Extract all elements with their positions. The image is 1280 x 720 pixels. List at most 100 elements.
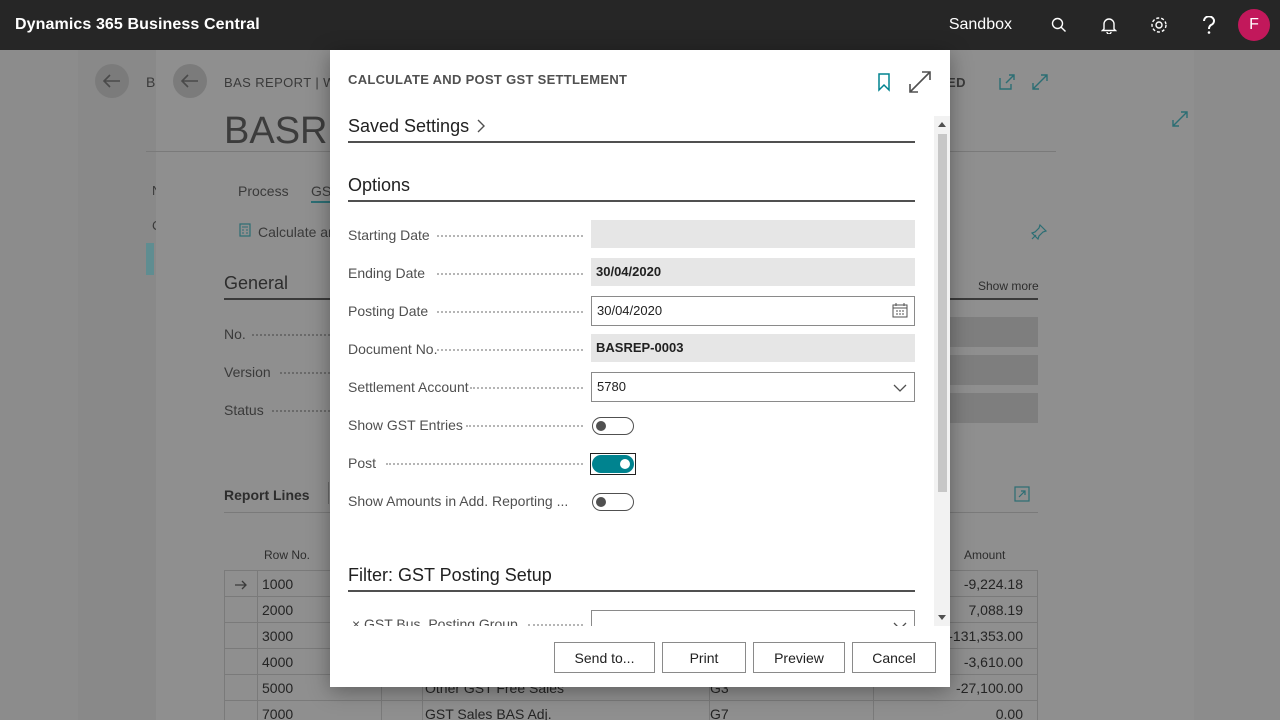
- document-no-dots: [437, 349, 583, 351]
- starting-date-field[interactable]: [591, 220, 915, 248]
- pin-icon: [1030, 223, 1048, 241]
- general-field-version-value: [950, 355, 1038, 385]
- report-lines-separator: [328, 482, 329, 504]
- notifications-button[interactable]: [1084, 0, 1134, 50]
- saved-settings-label: Saved Settings: [348, 116, 470, 136]
- general-field-no-value: [950, 317, 1038, 347]
- filter-gst-posting-setup-header[interactable]: Filter: GST Posting Setup: [348, 565, 915, 592]
- post-toggle[interactable]: [592, 455, 634, 473]
- amount-cell: -3,610.00: [963, 654, 1023, 670]
- scroll-down-arrow-icon[interactable]: [934, 612, 950, 624]
- bookmark-button[interactable]: [874, 72, 894, 92]
- help-button[interactable]: [1184, 0, 1234, 50]
- field-no-cell: G7: [710, 706, 729, 720]
- table-row[interactable]: 7000 GST Sales BAS Adj. G7 0.00: [224, 701, 1038, 720]
- app-bar: Dynamics 365 Business Central Sandbox F: [0, 0, 1280, 50]
- row-no-cell: 2000: [262, 602, 294, 618]
- search-icon: [1051, 17, 1066, 32]
- calculate-post-gst-dialog: CALCULATE AND POST GST SETTLEMENT Saved …: [330, 50, 950, 687]
- document-no-field[interactable]: BASREP-0003: [591, 334, 915, 362]
- ending-date-dots: [437, 273, 583, 275]
- general-field-version-dots: [280, 372, 330, 374]
- back-button-layer1[interactable]: [95, 64, 129, 98]
- document-no-label: Document No.: [348, 341, 438, 357]
- posting-date-dots: [437, 311, 583, 313]
- gst-bus-posting-group-label: GST Bus. Posting Group: [364, 616, 518, 626]
- column-header-row-no[interactable]: Row No.: [264, 548, 310, 562]
- layer1-selected-marker: [146, 243, 154, 275]
- chevron-down-icon: [893, 384, 907, 392]
- open-new-window-button[interactable]: [999, 74, 1015, 95]
- starting-date-dots: [437, 235, 583, 237]
- app-brand[interactable]: Dynamics 365 Business Central: [15, 16, 260, 34]
- toggle-knob: [596, 497, 606, 507]
- expand-icon: [1032, 74, 1048, 90]
- preview-button[interactable]: Preview: [753, 642, 845, 673]
- gst-bus-posting-group-select[interactable]: [591, 610, 915, 626]
- current-row-arrow-icon: [234, 571, 248, 597]
- layer1-header-fragment: B: [146, 74, 156, 90]
- grid-column-divider: [257, 570, 258, 720]
- grid-column-divider: [224, 570, 225, 720]
- row-no-cell: 5000: [262, 680, 294, 696]
- posting-date-input[interactable]: 30/04/2020: [591, 296, 915, 326]
- dialog-footer: Send to... Print Preview Cancel: [330, 636, 950, 678]
- expand-icon: [909, 71, 931, 93]
- scrollbar-thumb[interactable]: [938, 134, 947, 492]
- row-no-cell: 4000: [262, 654, 294, 670]
- show-gst-entries-toggle[interactable]: [592, 417, 634, 435]
- amount-cell: 7,088.19: [968, 602, 1024, 618]
- expand-page-button[interactable]: [1032, 74, 1048, 95]
- amount-cell: -9,224.18: [963, 576, 1023, 592]
- app-bar-actions: Sandbox F: [949, 0, 1270, 50]
- settlement-account-select[interactable]: 5780: [591, 372, 915, 402]
- starting-date-label: Starting Date: [348, 227, 430, 243]
- dialog-scroll-area[interactable]: Saved Settings Options Starting Date End…: [330, 116, 934, 626]
- tab-gst-underline: [311, 201, 331, 203]
- saved-settings-header[interactable]: Saved Settings: [348, 116, 915, 143]
- settlement-account-label: Settlement Account: [348, 379, 469, 395]
- general-header[interactable]: General: [224, 273, 288, 294]
- action-calculate[interactable]: Calculate ar: [258, 224, 333, 240]
- back-button-layer2[interactable]: [173, 64, 207, 98]
- scroll-up-arrow-icon[interactable]: [934, 118, 950, 130]
- tab-process[interactable]: Process: [238, 183, 289, 199]
- settlement-account-value: 5780: [597, 379, 626, 394]
- options-label: Options: [348, 175, 411, 195]
- collapse-factbox-button[interactable]: [1172, 111, 1188, 132]
- cancel-button[interactable]: Cancel: [852, 642, 936, 673]
- tab-gst[interactable]: GS: [311, 183, 331, 199]
- chevron-down-icon: [893, 622, 907, 626]
- report-lines-header[interactable]: Report Lines: [224, 487, 310, 503]
- user-avatar[interactable]: F: [1238, 9, 1270, 41]
- filter-remove-button[interactable]: ×: [352, 616, 360, 626]
- general-underline: [224, 298, 334, 300]
- bookmark-icon: [878, 73, 890, 92]
- settings-button[interactable]: [1134, 0, 1184, 50]
- calculator-icon: [239, 223, 251, 242]
- ending-date-field[interactable]: 30/04/2020: [591, 258, 915, 286]
- dialog-scrollbar[interactable]: [934, 116, 950, 626]
- amount-cell: -131,353.00: [948, 628, 1023, 644]
- environment-label[interactable]: Sandbox: [949, 16, 1012, 34]
- dialog-title: CALCULATE AND POST GST SETTLEMENT: [348, 72, 628, 87]
- amount-cell: -27,100.00: [956, 680, 1023, 696]
- calendar-icon[interactable]: [892, 303, 908, 318]
- toggle-knob: [620, 459, 630, 469]
- send-to-button[interactable]: Send to...: [554, 642, 655, 673]
- show-gst-entries-label: Show GST Entries: [348, 417, 463, 433]
- column-header-amount[interactable]: Amount: [964, 548, 1005, 562]
- expand-lines-button[interactable]: [1014, 486, 1030, 507]
- show-amounts-acy-toggle[interactable]: [592, 493, 634, 511]
- general-field-status-dots: [272, 410, 330, 412]
- row-no-cell: 3000: [262, 628, 294, 644]
- expand-dialog-button[interactable]: [908, 70, 931, 93]
- search-button[interactable]: [1034, 0, 1084, 50]
- description-cell: GST Sales BAS Adj.: [425, 706, 552, 720]
- options-header[interactable]: Options: [348, 175, 915, 202]
- print-button[interactable]: Print: [662, 642, 746, 673]
- pin-button[interactable]: [1030, 223, 1048, 245]
- ending-date-label: Ending Date: [348, 265, 426, 281]
- show-more-link[interactable]: Show more: [978, 279, 1039, 293]
- grid-column-divider: [1037, 570, 1038, 720]
